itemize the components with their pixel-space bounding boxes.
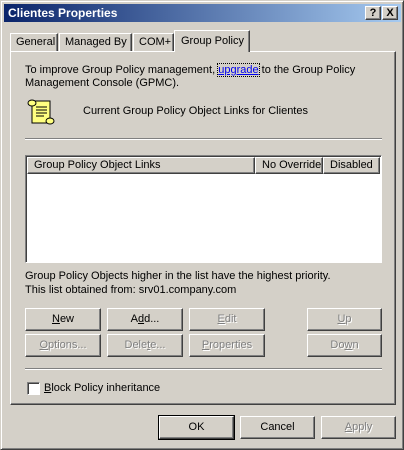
help-button[interactable]: ? <box>365 6 381 20</box>
block-inheritance-checkbox[interactable] <box>27 382 40 395</box>
priority-note: Group Policy Objects higher in the list … <box>25 270 331 282</box>
close-button[interactable]: X <box>382 6 398 20</box>
group-policy-panel: To improve Group Policy management, upgr… <box>10 51 396 405</box>
upgrade-link[interactable]: upgrade <box>217 63 260 77</box>
scroll-icon <box>27 99 55 125</box>
cancel-button[interactable]: Cancel <box>240 416 315 439</box>
separator-top <box>25 138 382 140</box>
apply-button[interactable]: Apply <box>321 416 396 439</box>
column-no-override[interactable]: No Override <box>255 157 323 174</box>
add-button[interactable]: Add... <box>107 308 183 331</box>
title-bar: Clientes Properties ? X <box>4 4 401 22</box>
tab-group-policy[interactable]: Group Policy <box>174 30 250 52</box>
window-title: Clientes Properties <box>8 6 118 20</box>
gpmc-notice-line1: To improve Group Policy management, upgr… <box>25 63 356 77</box>
tab-com-plus[interactable]: COM+ <box>133 33 174 52</box>
column-disabled[interactable]: Disabled <box>323 157 380 174</box>
ok-button[interactable]: OK <box>158 415 235 440</box>
delete-button[interactable]: Delete... <box>107 334 183 357</box>
options-button[interactable]: Options... <box>25 334 101 357</box>
obtained-from: This list obtained from: srv01.company.c… <box>25 284 237 296</box>
properties-button[interactable]: Properties <box>189 334 265 357</box>
separator-bottom <box>25 368 382 370</box>
up-button[interactable]: Up <box>307 308 382 331</box>
tab-managed-by[interactable]: Managed By <box>59 33 132 52</box>
column-gpo-links[interactable]: Group Policy Object Links <box>27 157 255 174</box>
gpo-links-title: Current Group Policy Object Links for Cl… <box>83 105 308 117</box>
gpmc-notice-line2: Management Console (GPMC). <box>25 77 180 89</box>
down-button[interactable]: Down <box>307 334 382 357</box>
edit-button[interactable]: Edit <box>189 308 265 331</box>
new-button[interactable]: New <box>25 308 101 331</box>
properties-dialog: Clientes Properties ? X General Managed … <box>0 0 404 450</box>
gpo-links-list[interactable]: Group Policy Object Links No Override Di… <box>25 155 382 263</box>
list-header: Group Policy Object Links No Override Di… <box>27 157 380 174</box>
block-inheritance-label[interactable]: Block Policy inheritance <box>44 382 160 394</box>
tab-general[interactable]: General <box>10 33 58 52</box>
